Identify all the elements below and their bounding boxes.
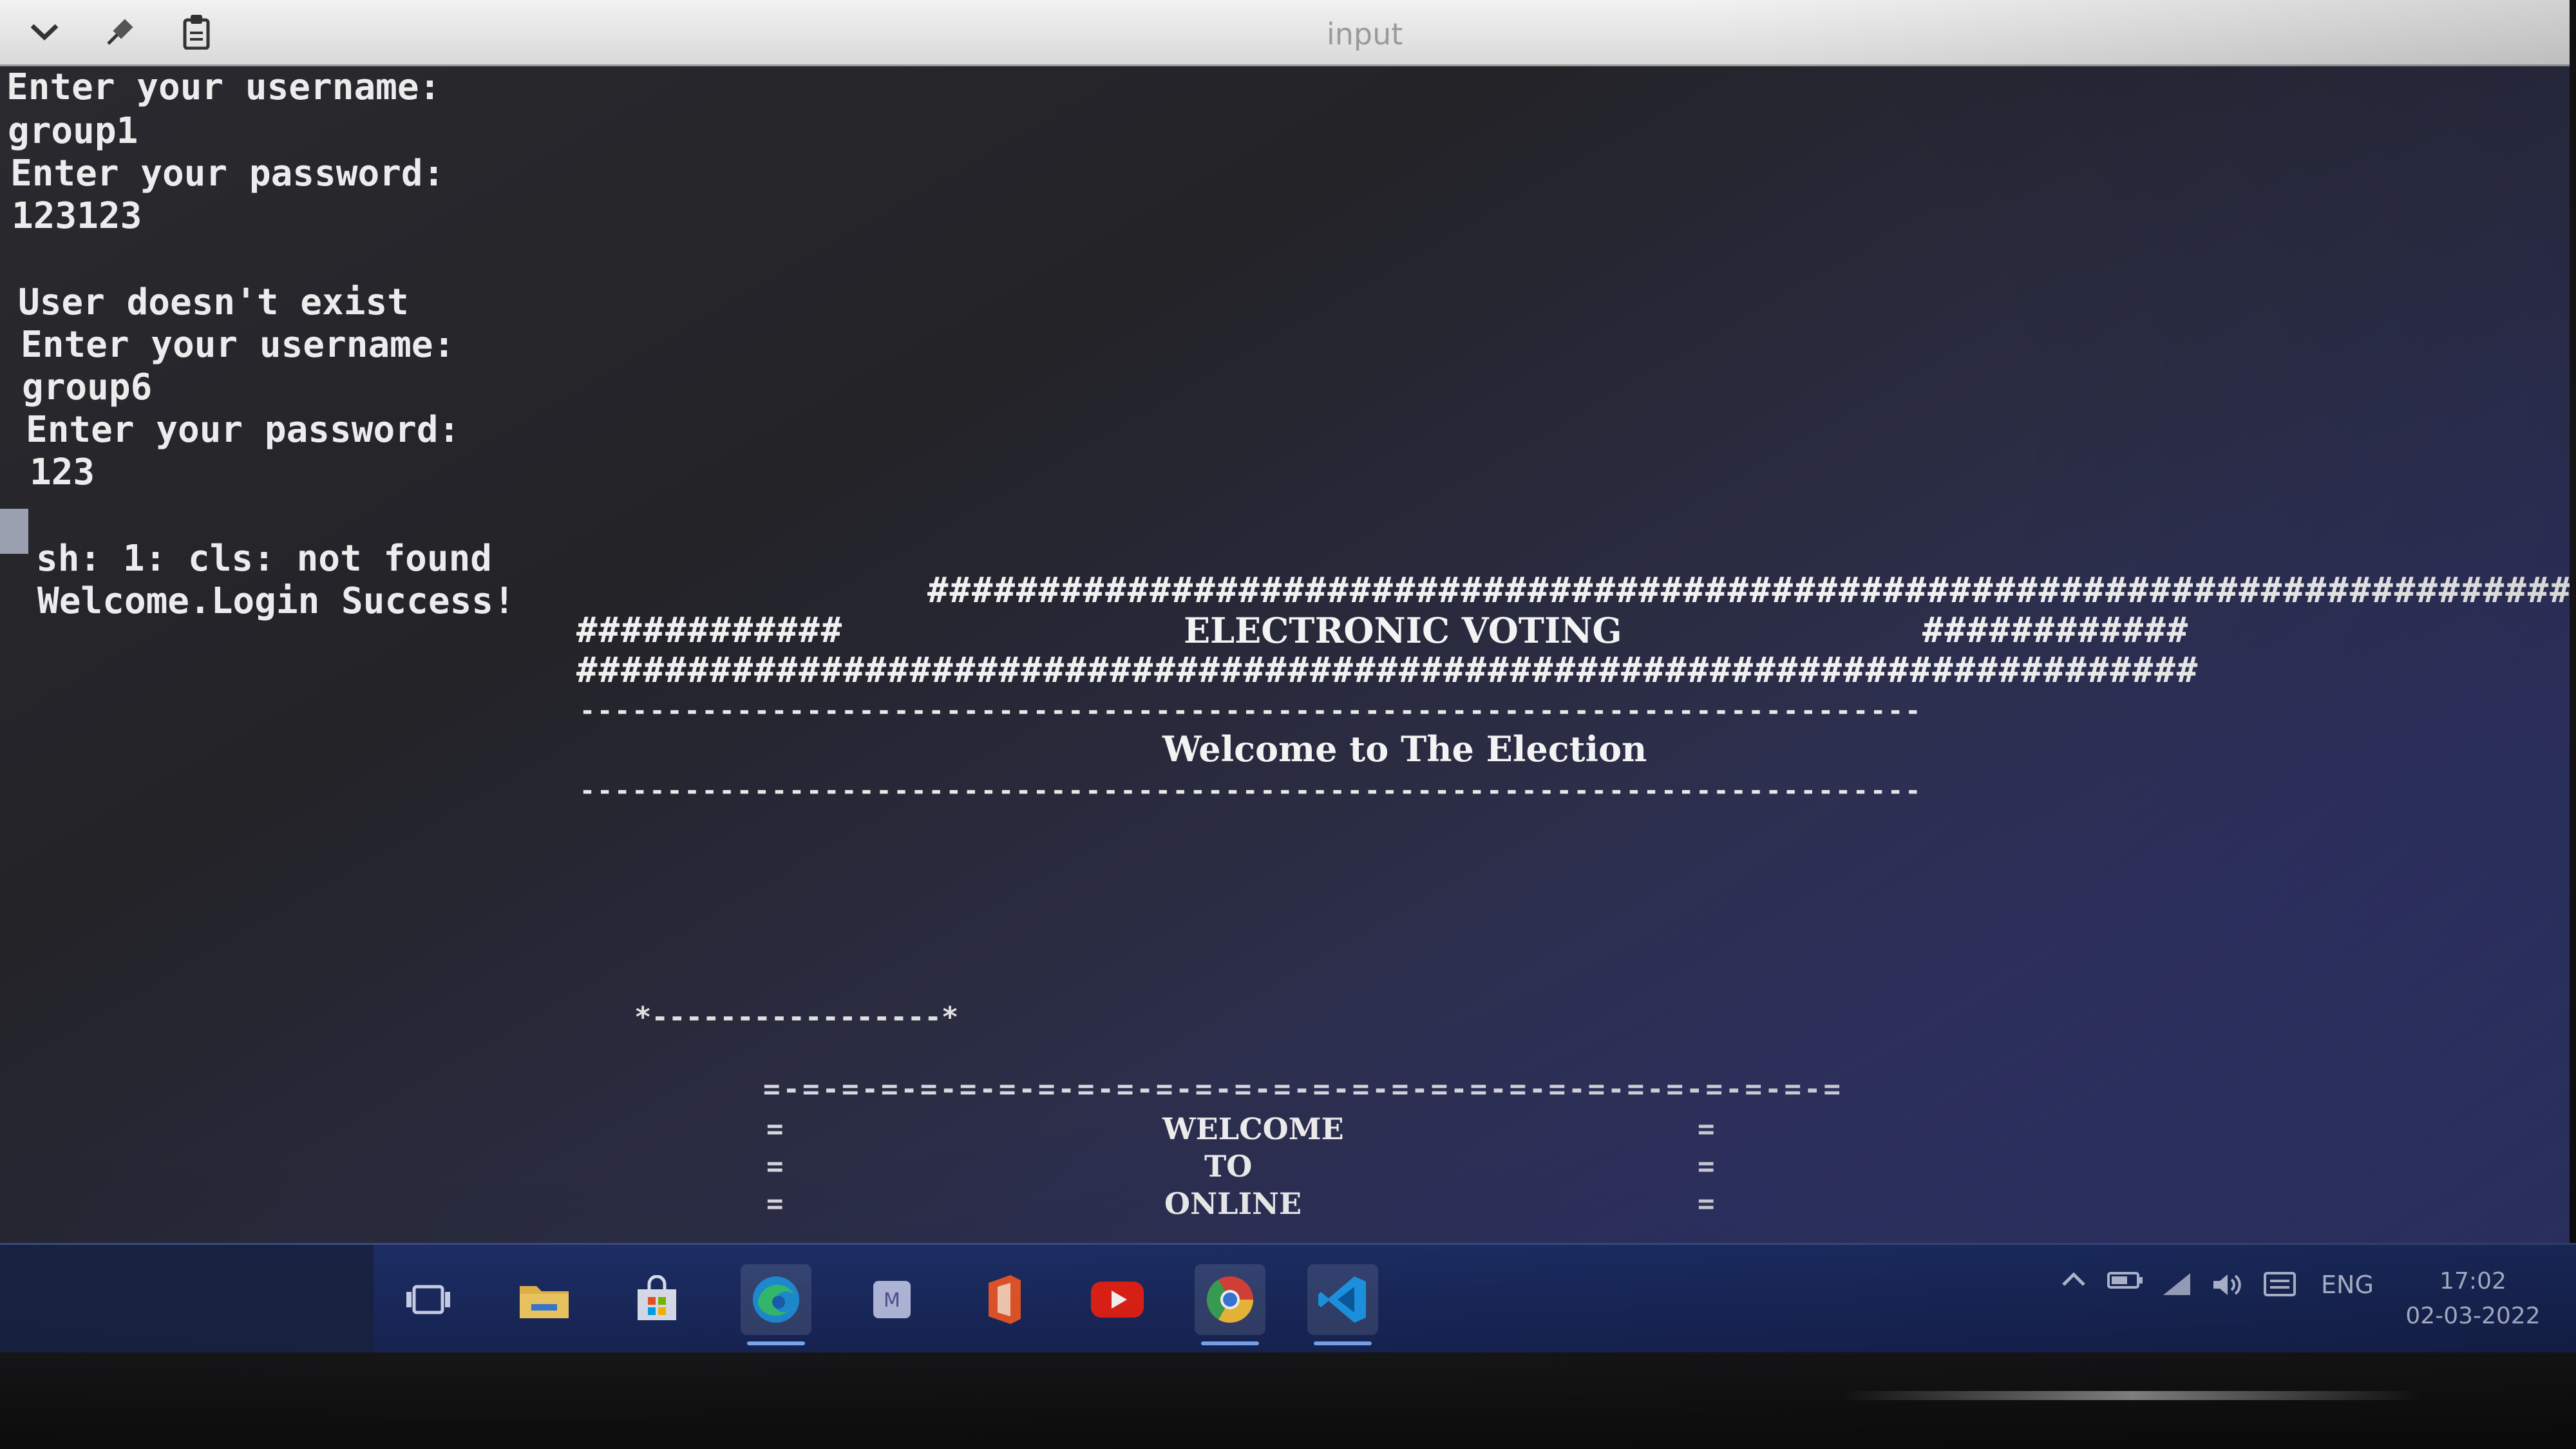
banner-title: ELECTRONIC VOTING <box>1184 610 1622 651</box>
monitor-screen: ‹ input Enter your username: group1 Ente… <box>0 0 2576 1449</box>
box-text-line: WELCOME <box>1162 1112 1344 1146</box>
svg-text:M: M <box>884 1289 900 1312</box>
box-right-border: = <box>1698 1113 1715 1146</box>
banner-dash-row: ----------------------------------------… <box>580 696 1923 726</box>
terminal-line: User doesn't exist <box>18 281 409 323</box>
box-right-border: = <box>1698 1188 1715 1220</box>
vscode-icon[interactable] <box>1307 1264 1378 1345</box>
box-left-border: = <box>766 1188 784 1220</box>
keyboard-icon[interactable] <box>2260 1271 2299 1300</box>
banner-hash-right: ############ <box>1922 610 2190 650</box>
monitor-bezel <box>0 1352 2576 1449</box>
taskbar: M ENG 17:02 02-03-2022 <box>0 1243 2576 1354</box>
terminal-line: Welcome.Login Success! <box>37 580 515 622</box>
terminal-line: Enter your password: <box>10 153 445 194</box>
box-right-border: = <box>1698 1150 1715 1183</box>
bezel-glare <box>1842 1391 2421 1400</box>
window-title: input <box>1327 17 1403 52</box>
active-indicator <box>747 1341 805 1345</box>
clock-time: 17:02 <box>2439 1268 2506 1294</box>
store-icon[interactable] <box>621 1264 692 1335</box>
youtube-icon[interactable] <box>1082 1264 1153 1335</box>
active-indicator <box>1201 1341 1259 1345</box>
network-icon[interactable] <box>2157 1271 2196 1296</box>
chevron-up-icon[interactable] <box>2054 1271 2093 1287</box>
language-indicator[interactable]: ENG <box>2312 1271 2383 1299</box>
task-view-icon[interactable] <box>393 1264 464 1335</box>
active-indicator <box>1314 1341 1372 1345</box>
terminal-line: 123123 <box>12 195 142 237</box>
banner-hash-left: ############ <box>576 610 844 650</box>
terminal-window: input Enter your username: group1 Enter … <box>0 0 2570 1249</box>
terminal-line: Enter your password: <box>26 409 460 451</box>
terminal-line: Enter your username: <box>6 66 441 108</box>
terminal-line: group1 <box>8 110 138 152</box>
banner-welcome: Welcome to The Election <box>1162 728 1647 770</box>
banner-hash-row-bottom: ########################################… <box>576 650 2199 690</box>
terminal-line: 123 <box>30 451 95 493</box>
box-text-line: TO <box>1204 1149 1253 1184</box>
terminal-line: sh: 1: cls: not found <box>36 538 493 580</box>
box-left-border: = <box>766 1113 784 1146</box>
taskbar-search-area[interactable] <box>0 1245 374 1354</box>
app-icon[interactable]: M <box>857 1264 927 1335</box>
folder-icon[interactable] <box>509 1264 580 1335</box>
box-text-line: ONLINE <box>1164 1186 1302 1221</box>
box-left-border: = <box>766 1150 784 1183</box>
banner-hash-row-top: ########################################… <box>927 570 2570 611</box>
chrome-icon[interactable] <box>1195 1264 1265 1345</box>
battery-icon[interactable] <box>2106 1271 2145 1290</box>
office-icon[interactable] <box>969 1264 1040 1335</box>
clock-date: 02-03-2022 <box>2405 1303 2541 1329</box>
taskbar-clock[interactable]: 17:02 02-03-2022 <box>2396 1264 2550 1334</box>
edge-icon[interactable] <box>741 1264 811 1345</box>
scroll-marker <box>0 509 28 554</box>
terminal-line: group6 <box>22 366 153 408</box>
chevron-down-icon[interactable] <box>22 9 67 54</box>
volume-icon[interactable] <box>2209 1271 2248 1299</box>
small-dash-line: *-----------------* <box>634 1001 959 1034</box>
title-bar: input <box>0 0 2570 66</box>
box-top-border: =-=-=-=-=-=-=-=-=-=-=-=-=-=-=-=-=-=-=-=-… <box>763 1073 1843 1106</box>
terminal-line: Enter your username: <box>21 324 455 366</box>
clipboard-icon[interactable] <box>174 9 219 54</box>
banner-dash-row: ----------------------------------------… <box>580 776 1923 806</box>
pin-icon[interactable] <box>97 9 142 54</box>
terminal-output[interactable]: Enter your username: group1 Enter your p… <box>0 64 2570 1249</box>
